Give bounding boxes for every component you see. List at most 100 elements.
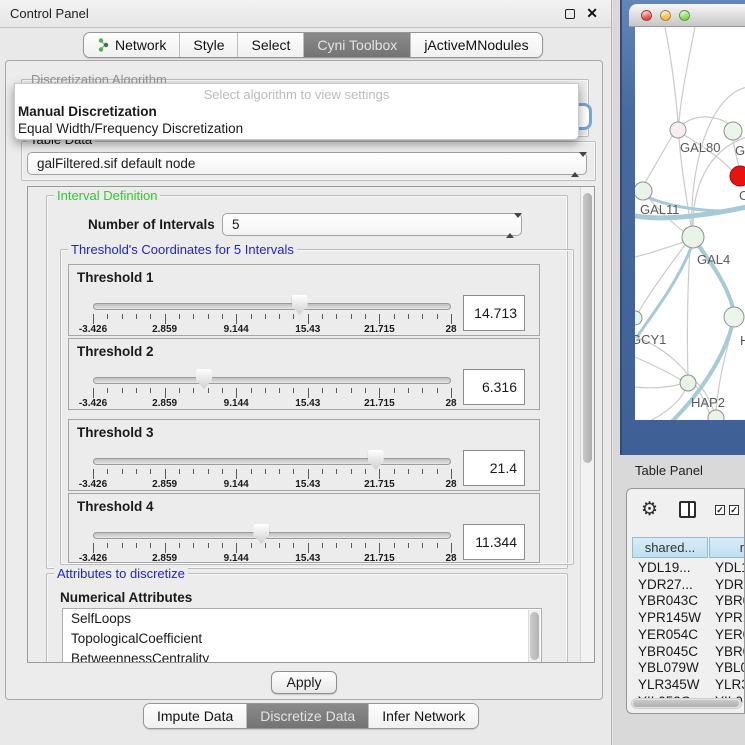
tick-mark (165, 469, 166, 479)
scrollbar-thumb[interactable] (530, 612, 539, 660)
network-edge[interactable] (683, 117, 732, 126)
attribute-list-item[interactable]: TopologicalCoefficient (63, 629, 541, 649)
tab-label: Network (115, 37, 166, 53)
table-row[interactable]: YBR043CYBR0 (632, 592, 745, 609)
tick-mark (165, 388, 166, 398)
close-icon[interactable]: ✕ (586, 5, 598, 22)
table-row[interactable]: YDL19...YDL1 (632, 559, 745, 576)
slider-thumb[interactable] (196, 369, 212, 389)
tab-infer-network[interactable]: Infer Network (368, 704, 478, 728)
table-row[interactable]: YBR045CYBR0 (632, 643, 745, 660)
threshold-value-field[interactable]: 6.316 (463, 369, 525, 405)
table-row[interactable]: YER054CYER0 (632, 626, 745, 643)
network-icon (97, 38, 110, 52)
network-node-h[interactable] (724, 307, 744, 327)
network-node-gal11[interactable] (635, 182, 652, 200)
network-edge[interactable] (645, 136, 672, 183)
column-header-name[interactable]: na (709, 537, 745, 558)
slider-track[interactable] (93, 532, 451, 539)
tick-mark (408, 388, 409, 393)
threshold-slider[interactable]: -3.4262.8599.14415.4321.71528 (93, 293, 451, 335)
network-node-gal4[interactable] (682, 226, 704, 248)
tick-mark (265, 314, 266, 319)
tick-mark (208, 469, 209, 474)
tick-label: 21.715 (364, 479, 395, 490)
threshold-value-field[interactable]: 21.4 (463, 450, 525, 486)
threshold-value-field[interactable]: 11.344 (463, 524, 525, 560)
threshold-value-field[interactable]: 14.713 (463, 295, 525, 331)
minimize-traffic-light[interactable] (660, 10, 671, 21)
network-edge[interactable] (635, 241, 687, 257)
column-header-shared-name[interactable]: shared... (632, 537, 708, 558)
slider-thumb[interactable] (292, 295, 308, 315)
float-window-icon[interactable] (565, 9, 575, 19)
network-node-hap2[interactable] (680, 375, 696, 391)
slider-track[interactable] (93, 458, 451, 465)
network-node-ga[interactable] (724, 122, 742, 140)
tab-select[interactable]: Select (237, 33, 303, 57)
table-row[interactable]: YPR145WYPR1 (632, 609, 745, 626)
tick-mark (394, 388, 395, 393)
tick-mark (408, 543, 409, 548)
scrollbar-thumb[interactable] (633, 700, 739, 707)
tab-label: Discretize Data (260, 708, 355, 724)
gear-icon[interactable]: ⚙ (641, 500, 658, 519)
table-horizontal-scrollbar[interactable] (631, 698, 742, 709)
network-edge[interactable] (687, 248, 690, 375)
apply-button[interactable]: Apply (271, 671, 337, 694)
tick-mark (437, 314, 438, 319)
threshold-slider[interactable]: -3.4262.8599.14415.4321.71528 (93, 448, 451, 490)
network-canvas[interactable]: GAL80GACGAL11GAL4GCY1HHAP2 (635, 27, 745, 420)
network-node-c[interactable] (730, 166, 745, 186)
zoom-traffic-light[interactable] (679, 10, 690, 21)
checkbox-icon[interactable]: ✓ (715, 505, 725, 515)
tab-impute-data[interactable]: Impute Data (144, 704, 246, 728)
tab-discretize-data[interactable]: Discretize Data (246, 704, 368, 728)
network-edge[interactable] (637, 248, 691, 337)
number-of-intervals-combobox[interactable]: 5 (222, 213, 522, 236)
tick-mark (265, 543, 266, 548)
cell-shared-name: YPR145W (638, 609, 701, 626)
settings-vertical-scrollbar[interactable] (580, 187, 594, 662)
network-node[interactable] (708, 410, 724, 420)
threshold-slider[interactable]: -3.4262.8599.14415.4321.71528 (93, 522, 451, 564)
tick-mark (122, 388, 123, 393)
threshold-slider[interactable]: -3.4262.8599.14415.4321.71528 (93, 367, 451, 409)
network-view-window[interactable]: GAL80GACGAL11GAL4GCY1HHAP2 (620, 0, 745, 455)
network-node-gcy1[interactable] (635, 311, 642, 325)
table-row[interactable]: YBL079WYBL0 (632, 659, 745, 676)
tick-mark (322, 469, 323, 474)
tick-mark (279, 543, 280, 548)
table-row[interactable]: YDR27...YDR2 (632, 576, 745, 593)
table-data-combobox[interactable]: galFiltered.sif default node (27, 152, 587, 175)
network-edge[interactable] (679, 27, 695, 122)
tick-label: -3.426 (79, 553, 107, 564)
split-column-icon[interactable] (679, 501, 696, 518)
algorithm-option-equal-width[interactable]: Equal Width/Frequency Discretization (18, 121, 243, 136)
tab-network[interactable]: Network (84, 33, 179, 57)
tab-style[interactable]: Style (179, 33, 237, 57)
attribute-list-item[interactable]: BetweennessCentrality (63, 649, 541, 663)
tick-mark (437, 469, 438, 474)
tab-label: Style (193, 37, 224, 53)
table-row[interactable]: YLR345WYLR3 (632, 676, 745, 693)
scrollbar-thumb[interactable] (583, 193, 592, 463)
close-traffic-light[interactable] (641, 10, 652, 21)
tick-mark (451, 314, 452, 324)
algorithm-option-manual[interactable]: Manual Discretization (18, 104, 157, 119)
attributes-list-scrollbar[interactable] (528, 610, 540, 662)
slider-track[interactable] (93, 303, 451, 310)
network-edge[interactable] (635, 384, 681, 388)
network-node-gal80[interactable] (670, 122, 686, 138)
slider-thumb[interactable] (368, 450, 384, 470)
attribute-list-item[interactable]: SelfLoops (63, 609, 541, 629)
checkbox-icon[interactable]: ✓ (729, 505, 739, 515)
network-edge[interactable] (665, 27, 678, 122)
slider-track[interactable] (93, 377, 451, 384)
tab-cyni-toolbox[interactable]: Cyni Toolbox (303, 33, 410, 57)
tick-mark (179, 388, 180, 393)
tab-jactivemnodules[interactable]: jActiveMNodules (410, 33, 541, 57)
slider-thumb[interactable] (253, 524, 269, 544)
tab-label: Infer Network (382, 708, 465, 724)
tick-label: 9.144 (224, 324, 249, 335)
